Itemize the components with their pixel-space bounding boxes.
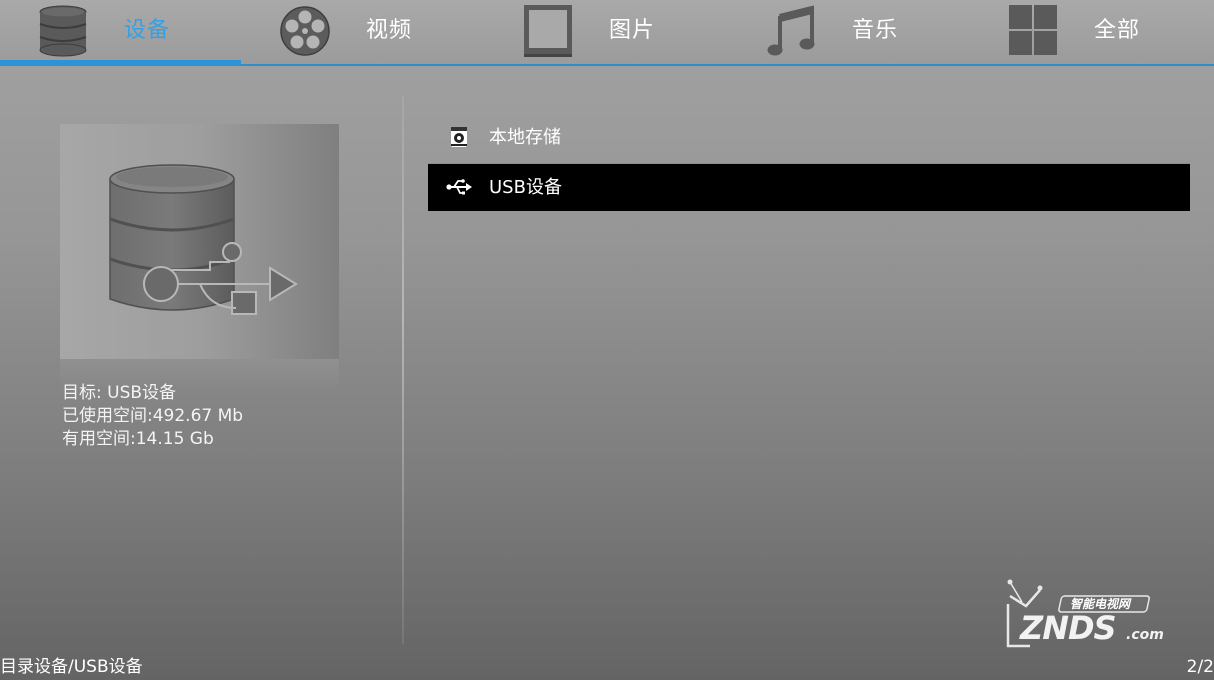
- page-indicator: 2/2: [1186, 657, 1214, 677]
- tab-label: 全部: [1094, 18, 1141, 43]
- database-icon: [39, 5, 87, 57]
- picture-frame-icon: [524, 5, 572, 57]
- watermark-suffix: .com: [1126, 627, 1164, 643]
- breadcrumb-path: 目录设备/USB设备: [0, 657, 143, 677]
- tab-all[interactable]: 全部: [970, 0, 1212, 64]
- list-item-label: 本地存储: [489, 127, 561, 148]
- tab-pictures[interactable]: 图片: [485, 0, 727, 64]
- usb-database-icon: [109, 164, 298, 315]
- tab-bar: 设备 视频 图片 音乐 全部: [0, 0, 1214, 66]
- active-tab-indicator: [0, 60, 241, 66]
- list-item-usb-device[interactable]: USB设备: [428, 163, 1190, 211]
- film-reel-icon: [280, 6, 330, 56]
- local-storage-icon: [451, 127, 467, 147]
- znds-watermark: 智能电视网 ZNDS .com: [1000, 576, 1170, 652]
- tab-music[interactable]: 音乐: [728, 0, 970, 64]
- tab-label: 音乐: [852, 18, 899, 43]
- tab-label: 设备: [124, 18, 171, 43]
- panel-divider: [402, 96, 404, 644]
- target-label: 目标: USB设备: [62, 383, 177, 403]
- usb-icon: [446, 179, 472, 195]
- list-item-local-storage[interactable]: 本地存储: [428, 114, 1190, 162]
- usb-device-illustration: [60, 124, 339, 359]
- used-space-label: 已使用空间:492.67 Mb: [62, 406, 244, 426]
- list-item-label: USB设备: [489, 177, 562, 198]
- music-note-icon: [767, 5, 815, 56]
- tab-label: 视频: [366, 18, 413, 43]
- watermark-brand: ZNDS: [1020, 609, 1117, 647]
- tab-devices[interactable]: 设备: [0, 0, 242, 66]
- grid-icon: [1009, 5, 1057, 55]
- tab-label: 图片: [609, 18, 656, 43]
- tab-videos[interactable]: 视频: [242, 0, 484, 64]
- free-space-label: 有用空间:14.15 Gb: [62, 429, 214, 449]
